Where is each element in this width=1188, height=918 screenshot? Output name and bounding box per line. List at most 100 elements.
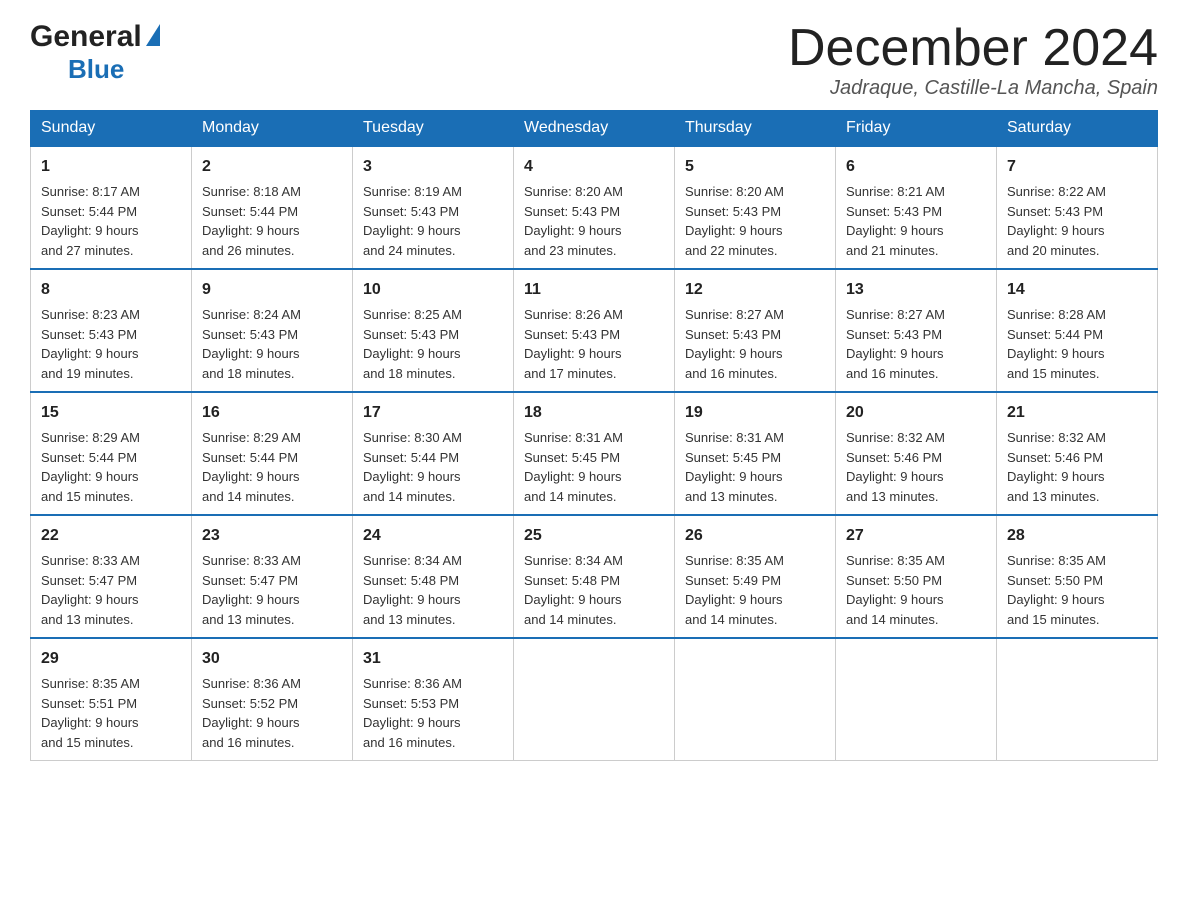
day-number: 27 <box>846 524 986 548</box>
calendar-day-cell <box>514 638 675 761</box>
day-number: 20 <box>846 401 986 425</box>
day-sunrise: Sunrise: 8:35 AMSunset: 5:50 PMDaylight:… <box>1007 553 1106 627</box>
calendar-day-cell: 25Sunrise: 8:34 AMSunset: 5:48 PMDayligh… <box>514 515 675 638</box>
day-number: 24 <box>363 524 503 548</box>
calendar-week-row: 29 Sunrise: 8:35 AMSunset: 5:51 PMDayligh… <box>31 638 1158 761</box>
calendar-day-header: Thursday <box>675 111 836 147</box>
day-number: 10 <box>363 278 503 302</box>
day-sunrise: Sunrise: 8:35 AMSunset: 5:50 PMDaylight:… <box>846 553 945 627</box>
day-sunrise: Sunrise: 8:33 AMSunset: 5:47 PMDaylight:… <box>41 553 140 627</box>
calendar-day-cell: 7Sunrise: 8:22 AMSunset: 5:43 PMDaylight… <box>997 146 1158 269</box>
day-number: 5 <box>685 155 825 179</box>
calendar-day-cell: 13 Sunrise: 8:27 AMSunset: 5:43 PMDayligh… <box>836 269 997 392</box>
day-sunrise: Sunrise: 8:27 AMSunset: 5:43 PMDaylight:… <box>846 307 945 381</box>
page-header: General Blue December 2024 Jadraque, Cas… <box>30 20 1158 100</box>
calendar-table: SundayMondayTuesdayWednesdayThursdayFrid… <box>30 110 1158 761</box>
calendar-day-cell: 26 Sunrise: 8:35 AMSunset: 5:49 PMDayligh… <box>675 515 836 638</box>
calendar-day-header: Monday <box>192 111 353 147</box>
calendar-day-cell: 6 Sunrise: 8:21 AMSunset: 5:43 PMDaylight… <box>836 146 997 269</box>
calendar-week-row: 15 Sunrise: 8:29 AMSunset: 5:44 PMDayligh… <box>31 392 1158 515</box>
day-sunrise: Sunrise: 8:34 AMSunset: 5:48 PMDaylight:… <box>524 553 623 627</box>
day-sunrise: Sunrise: 8:25 AMSunset: 5:43 PMDaylight:… <box>363 307 462 381</box>
calendar-week-row: 8 Sunrise: 8:23 AMSunset: 5:43 PMDaylight… <box>31 269 1158 392</box>
day-sunrise: Sunrise: 8:29 AMSunset: 5:44 PMDaylight:… <box>41 430 140 504</box>
day-number: 1 <box>41 155 181 179</box>
calendar-day-cell: 1Sunrise: 8:17 AMSunset: 5:44 PMDaylight… <box>31 146 192 269</box>
calendar-day-cell: 20Sunrise: 8:32 AMSunset: 5:46 PMDayligh… <box>836 392 997 515</box>
location: Jadraque, Castille-La Mancha, Spain <box>788 77 1158 100</box>
day-sunrise: Sunrise: 8:30 AMSunset: 5:44 PMDaylight:… <box>363 430 462 504</box>
calendar-week-row: 22 Sunrise: 8:33 AMSunset: 5:47 PMDayligh… <box>31 515 1158 638</box>
day-number: 30 <box>202 647 342 671</box>
day-number: 31 <box>363 647 503 671</box>
day-sunrise: Sunrise: 8:28 AMSunset: 5:44 PMDaylight:… <box>1007 307 1106 381</box>
calendar-day-cell: 27 Sunrise: 8:35 AMSunset: 5:50 PMDayligh… <box>836 515 997 638</box>
calendar-day-cell: 23Sunrise: 8:33 AMSunset: 5:47 PMDayligh… <box>192 515 353 638</box>
calendar-day-cell: 15 Sunrise: 8:29 AMSunset: 5:44 PMDayligh… <box>31 392 192 515</box>
calendar-day-cell <box>675 638 836 761</box>
day-number: 8 <box>41 278 181 302</box>
day-sunrise: Sunrise: 8:20 AMSunset: 5:43 PMDaylight:… <box>685 184 784 258</box>
day-number: 19 <box>685 401 825 425</box>
calendar-day-header: Tuesday <box>353 111 514 147</box>
day-number: 21 <box>1007 401 1147 425</box>
calendar-day-cell: 18 Sunrise: 8:31 AMSunset: 5:45 PMDayligh… <box>514 392 675 515</box>
day-number: 4 <box>524 155 664 179</box>
calendar-day-header: Friday <box>836 111 997 147</box>
day-sunrise: Sunrise: 8:35 AMSunset: 5:51 PMDaylight:… <box>41 676 140 750</box>
calendar-day-cell: 28 Sunrise: 8:35 AMSunset: 5:50 PMDayligh… <box>997 515 1158 638</box>
day-sunrise: Sunrise: 8:34 AMSunset: 5:48 PMDaylight:… <box>363 553 462 627</box>
calendar-day-cell: 11Sunrise: 8:26 AMSunset: 5:43 PMDayligh… <box>514 269 675 392</box>
day-sunrise: Sunrise: 8:31 AMSunset: 5:45 PMDaylight:… <box>524 430 623 504</box>
calendar-day-cell: 10 Sunrise: 8:25 AMSunset: 5:43 PMDayligh… <box>353 269 514 392</box>
logo-blue-text: Blue <box>68 54 124 85</box>
day-number: 15 <box>41 401 181 425</box>
calendar-day-cell <box>836 638 997 761</box>
day-sunrise: Sunrise: 8:20 AMSunset: 5:43 PMDaylight:… <box>524 184 623 258</box>
day-sunrise: Sunrise: 8:19 AMSunset: 5:43 PMDaylight:… <box>363 184 462 258</box>
logo-general-text: General <box>30 20 142 54</box>
calendar-day-cell: 17Sunrise: 8:30 AMSunset: 5:44 PMDayligh… <box>353 392 514 515</box>
calendar-day-cell: 22 Sunrise: 8:33 AMSunset: 5:47 PMDayligh… <box>31 515 192 638</box>
day-sunrise: Sunrise: 8:32 AMSunset: 5:46 PMDaylight:… <box>1007 430 1106 504</box>
calendar-day-cell: 31 Sunrise: 8:36 AMSunset: 5:53 PMDayligh… <box>353 638 514 761</box>
day-number: 26 <box>685 524 825 548</box>
day-number: 29 <box>41 647 181 671</box>
day-number: 12 <box>685 278 825 302</box>
day-sunrise: Sunrise: 8:26 AMSunset: 5:43 PMDaylight:… <box>524 307 623 381</box>
day-sunrise: Sunrise: 8:24 AMSunset: 5:43 PMDaylight:… <box>202 307 301 381</box>
day-number: 16 <box>202 401 342 425</box>
calendar-day-cell: 24 Sunrise: 8:34 AMSunset: 5:48 PMDayligh… <box>353 515 514 638</box>
day-sunrise: Sunrise: 8:21 AMSunset: 5:43 PMDaylight:… <box>846 184 945 258</box>
day-sunrise: Sunrise: 8:23 AMSunset: 5:43 PMDaylight:… <box>41 307 140 381</box>
calendar-day-cell: 30Sunrise: 8:36 AMSunset: 5:52 PMDayligh… <box>192 638 353 761</box>
day-number: 13 <box>846 278 986 302</box>
day-number: 6 <box>846 155 986 179</box>
day-sunrise: Sunrise: 8:31 AMSunset: 5:45 PMDaylight:… <box>685 430 784 504</box>
day-sunrise: Sunrise: 8:36 AMSunset: 5:53 PMDaylight:… <box>363 676 462 750</box>
calendar-day-cell: 16 Sunrise: 8:29 AMSunset: 5:44 PMDayligh… <box>192 392 353 515</box>
logo: General Blue <box>30 20 160 85</box>
day-number: 22 <box>41 524 181 548</box>
calendar-day-cell: 8 Sunrise: 8:23 AMSunset: 5:43 PMDaylight… <box>31 269 192 392</box>
day-sunrise: Sunrise: 8:18 AMSunset: 5:44 PMDaylight:… <box>202 184 301 258</box>
calendar-day-cell: 3 Sunrise: 8:19 AMSunset: 5:43 PMDaylight… <box>353 146 514 269</box>
day-number: 7 <box>1007 155 1147 179</box>
calendar-day-cell: 29 Sunrise: 8:35 AMSunset: 5:51 PMDayligh… <box>31 638 192 761</box>
month-title: December 2024 <box>788 20 1158 77</box>
day-sunrise: Sunrise: 8:35 AMSunset: 5:49 PMDaylight:… <box>685 553 784 627</box>
calendar-day-cell <box>997 638 1158 761</box>
calendar-day-header: Wednesday <box>514 111 675 147</box>
day-number: 14 <box>1007 278 1147 302</box>
calendar-day-cell: 4 Sunrise: 8:20 AMSunset: 5:43 PMDaylight… <box>514 146 675 269</box>
calendar-day-cell: 5 Sunrise: 8:20 AMSunset: 5:43 PMDaylight… <box>675 146 836 269</box>
day-number: 28 <box>1007 524 1147 548</box>
day-sunrise: Sunrise: 8:29 AMSunset: 5:44 PMDaylight:… <box>202 430 301 504</box>
logo-triangle-icon <box>146 24 160 46</box>
day-sunrise: Sunrise: 8:33 AMSunset: 5:47 PMDaylight:… <box>202 553 301 627</box>
calendar-header-row: SundayMondayTuesdayWednesdayThursdayFrid… <box>31 111 1158 147</box>
calendar-day-cell: 21 Sunrise: 8:32 AMSunset: 5:46 PMDayligh… <box>997 392 1158 515</box>
day-number: 18 <box>524 401 664 425</box>
day-number: 9 <box>202 278 342 302</box>
day-number: 3 <box>363 155 503 179</box>
